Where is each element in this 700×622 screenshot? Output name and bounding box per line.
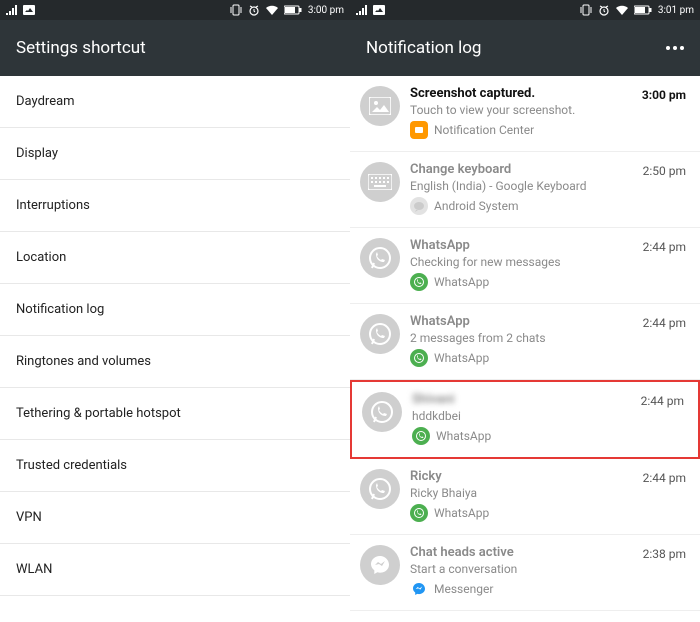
notification-desc: hddkdbei bbox=[412, 409, 684, 423]
settings-item-location[interactable]: Location bbox=[0, 232, 350, 284]
settings-item-trusted-credentials[interactable]: Trusted credentials bbox=[0, 440, 350, 492]
notification-center-icon bbox=[410, 121, 428, 139]
settings-item-interruptions[interactable]: Interruptions bbox=[0, 180, 350, 232]
notification-desc: English (India) - Google Keyboard bbox=[410, 179, 686, 193]
notification-item-highlighted[interactable]: Shivani hddkdbei WhatsApp 2:44 pm bbox=[350, 380, 700, 459]
whatsapp-icon bbox=[360, 314, 400, 354]
whatsapp-icon bbox=[362, 392, 402, 432]
app-name: Notification Center bbox=[434, 123, 534, 137]
picture-icon bbox=[23, 5, 35, 15]
messenger-icon bbox=[360, 545, 400, 585]
settings-list: Daydream Display Interruptions Location … bbox=[0, 76, 350, 596]
notification-item[interactable]: Ricky Ricky Bhaiya WhatsApp 2:44 pm bbox=[350, 459, 700, 535]
wifi-icon bbox=[616, 5, 628, 15]
settings-screen: 3:00 pm Settings shortcut Daydream Displ… bbox=[0, 0, 350, 622]
whatsapp-app-icon bbox=[410, 504, 428, 522]
vibrate-icon bbox=[580, 4, 592, 16]
app-name: WhatsApp bbox=[436, 429, 491, 443]
alarm-icon bbox=[598, 4, 610, 16]
signal-icon bbox=[356, 5, 367, 15]
notification-time: 2:44 pm bbox=[643, 240, 686, 254]
notification-list: Screenshot captured. Touch to view your … bbox=[350, 76, 700, 611]
vibrate-icon bbox=[230, 4, 242, 16]
settings-item-ringtones[interactable]: Ringtones and volumes bbox=[0, 336, 350, 388]
whatsapp-app-icon bbox=[410, 349, 428, 367]
notification-item[interactable]: WhatsApp 2 messages from 2 chats WhatsAp… bbox=[350, 304, 700, 380]
settings-item-daydream[interactable]: Daydream bbox=[0, 76, 350, 128]
notification-desc: Checking for new messages bbox=[410, 255, 686, 269]
notification-item[interactable]: Chat heads active Start a conversation M… bbox=[350, 535, 700, 611]
header: Notification log bbox=[350, 20, 700, 76]
android-system-icon bbox=[410, 197, 428, 215]
whatsapp-icon bbox=[360, 238, 400, 278]
status-bar: 3:01 pm bbox=[350, 0, 700, 20]
settings-item-vpn[interactable]: VPN bbox=[0, 492, 350, 544]
whatsapp-app-icon bbox=[410, 273, 428, 291]
notification-desc: Touch to view your screenshot. bbox=[410, 103, 686, 117]
page-title: Notification log bbox=[366, 38, 481, 58]
picture-icon bbox=[373, 5, 385, 15]
battery-icon bbox=[634, 5, 652, 15]
notification-time: 2:44 pm bbox=[641, 394, 684, 408]
notification-desc: 2 messages from 2 chats bbox=[410, 331, 686, 345]
alarm-icon bbox=[248, 4, 260, 16]
header: Settings shortcut bbox=[0, 20, 350, 76]
app-name: WhatsApp bbox=[434, 275, 489, 289]
whatsapp-app-icon bbox=[412, 427, 430, 445]
notification-item[interactable]: Screenshot captured. Touch to view your … bbox=[350, 76, 700, 152]
status-time: 3:01 pm bbox=[658, 5, 694, 16]
page-title: Settings shortcut bbox=[16, 38, 146, 58]
keyboard-icon bbox=[360, 162, 400, 202]
whatsapp-icon bbox=[360, 469, 400, 509]
notification-time: 2:44 pm bbox=[643, 316, 686, 330]
signal-icon bbox=[6, 5, 17, 15]
notification-time: 2:50 pm bbox=[643, 164, 686, 178]
notification-log-screen: 3:01 pm Notification log Screenshot capt… bbox=[350, 0, 700, 622]
wifi-icon bbox=[266, 5, 278, 15]
notification-item[interactable]: Change keyboard English (India) - Google… bbox=[350, 152, 700, 228]
picture-icon bbox=[360, 86, 400, 126]
notification-desc: Start a conversation bbox=[410, 562, 686, 576]
notification-desc: Ricky Bhaiya bbox=[410, 486, 686, 500]
status-time: 3:00 pm bbox=[308, 5, 344, 16]
settings-item-notification-log[interactable]: Notification log bbox=[0, 284, 350, 336]
notification-time: 2:44 pm bbox=[643, 471, 686, 485]
battery-icon bbox=[284, 5, 302, 15]
app-name: Messenger bbox=[434, 582, 493, 596]
notification-item[interactable]: WhatsApp Checking for new messages Whats… bbox=[350, 228, 700, 304]
settings-item-display[interactable]: Display bbox=[0, 128, 350, 180]
app-name: WhatsApp bbox=[434, 506, 489, 520]
app-name: WhatsApp bbox=[434, 351, 489, 365]
messenger-app-icon bbox=[410, 580, 428, 598]
settings-item-wlan[interactable]: WLAN bbox=[0, 544, 350, 596]
notification-time: 2:38 pm bbox=[643, 547, 686, 561]
notification-time: 3:00 pm bbox=[642, 88, 686, 102]
app-name: Android System bbox=[434, 199, 519, 213]
status-bar: 3:00 pm bbox=[0, 0, 350, 20]
more-button[interactable] bbox=[666, 46, 684, 50]
settings-item-tethering[interactable]: Tethering & portable hotspot bbox=[0, 388, 350, 440]
